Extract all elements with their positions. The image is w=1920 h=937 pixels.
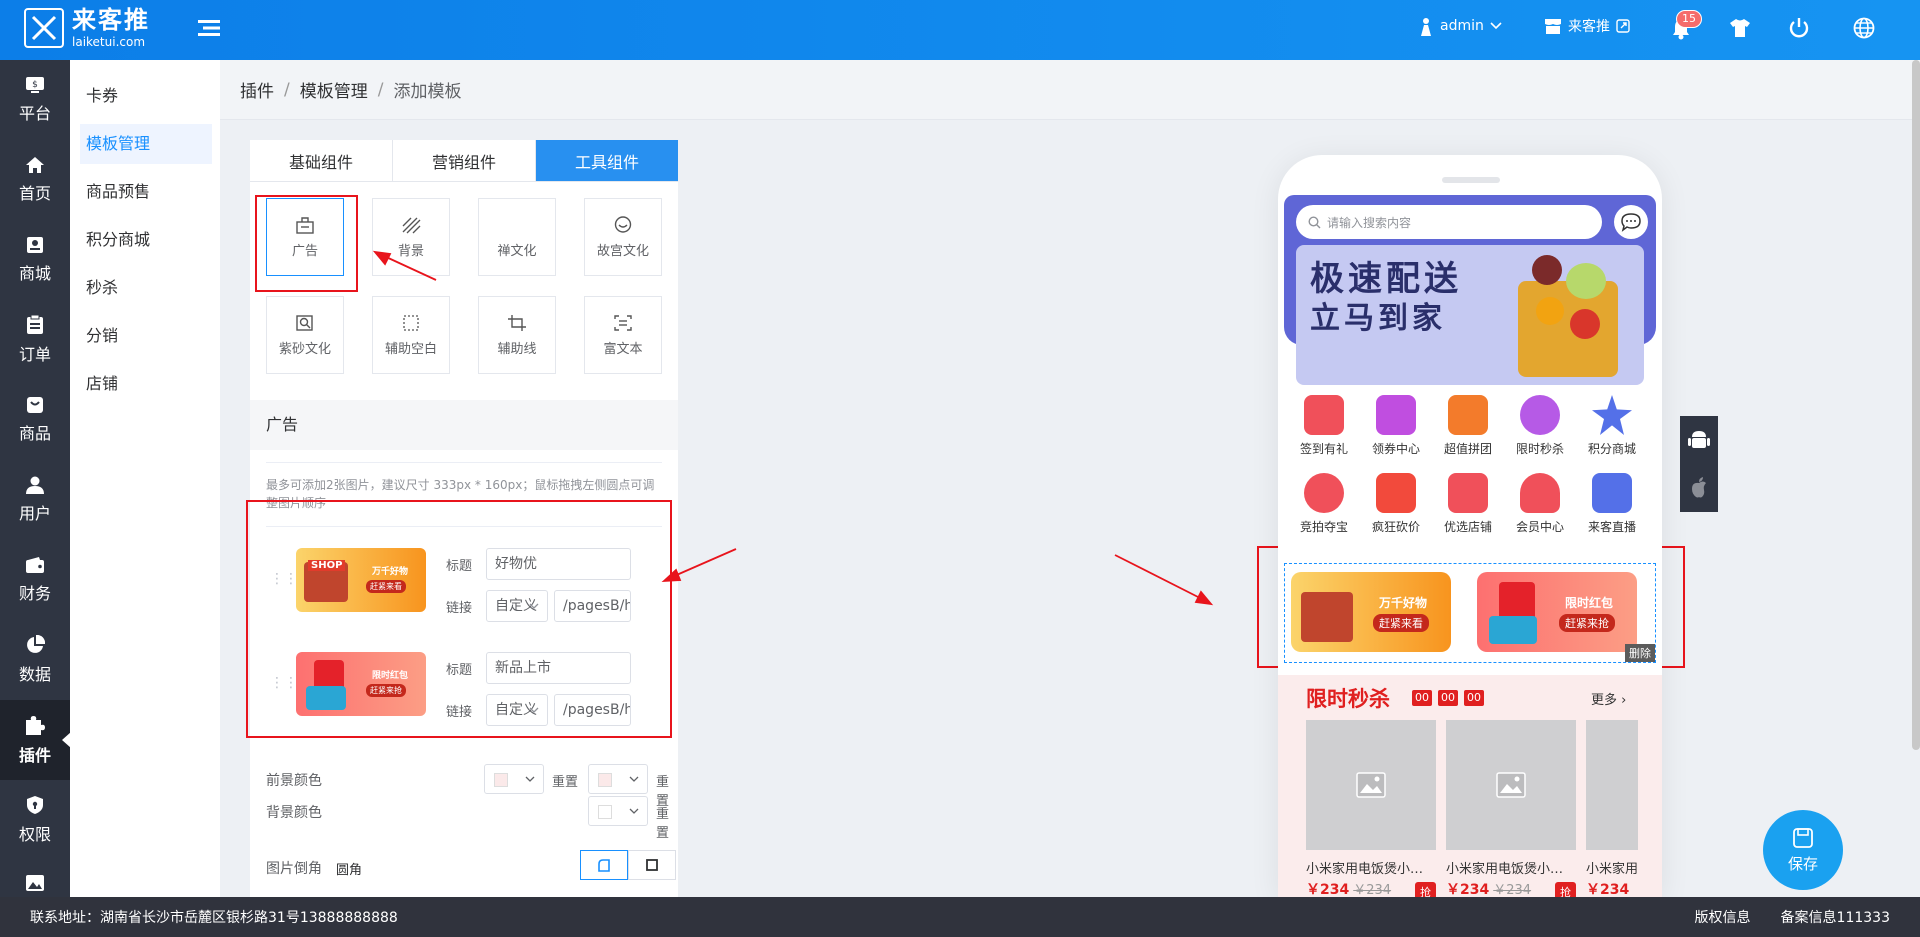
preview-ad-line2: 赶紧来抢 <box>1559 614 1615 632</box>
more-link[interactable]: 更多 › <box>1591 689 1626 708</box>
search-icon <box>1308 215 1321 229</box>
preview-icon-item[interactable]: 领券中心 <box>1360 395 1432 457</box>
preview-banner[interactable]: 极速配送 立马到家 <box>1296 245 1644 385</box>
preview-ad-line1: 万千好物 <box>1379 596 1428 610</box>
footer: 联系地址：湖南省长沙市岳麓区银杉路31号13888888888 版权信息 备案信… <box>0 897 1920 937</box>
preview-ad-card[interactable]: 万千好物 赶紧来看 <box>1291 572 1451 652</box>
preview-icon-item[interactable]: 疯狂砍价 <box>1360 473 1432 535</box>
grab-button[interactable]: 抢 <box>1555 882 1576 897</box>
preview-icon-item[interactable]: 限时秒杀 <box>1504 395 1576 457</box>
preview-icon-item[interactable]: 来客直播 <box>1576 473 1648 535</box>
delete-button[interactable]: 删除 <box>1625 644 1655 662</box>
product-price: ￥234 <box>1586 882 1630 897</box>
preview-ad-card[interactable]: 限时红包 赶紧来抢 <box>1477 572 1637 652</box>
preview-icon-label: 签到有礼 <box>1299 442 1348 456</box>
product-card[interactable]: 小米家用电饭煲小米电饭煲 ￥234￥234 抢 <box>1446 720 1576 897</box>
preview-icon-item[interactable]: 签到有礼 <box>1288 395 1360 457</box>
save-icon <box>1792 827 1814 849</box>
product-name: 小米家用电饭煲小米电饭煲 <box>1306 862 1436 877</box>
search-placeholder: 请输入搜索内容 <box>1327 215 1412 230</box>
preview-icon-label: 来客直播 <box>1587 520 1636 534</box>
flash-sale-title: 限时秒杀 <box>1306 687 1390 711</box>
grab-button[interactable]: 抢 <box>1415 882 1436 897</box>
android-icon[interactable] <box>1680 416 1718 464</box>
preview-icon-label: 疯狂砍价 <box>1371 520 1420 534</box>
auction-icon <box>1304 473 1344 513</box>
preview-icon-item[interactable]: 竞拍夺宝 <box>1288 473 1360 535</box>
image-placeholder-icon <box>1446 720 1576 850</box>
preview-icon-item[interactable]: 积分商城 <box>1576 395 1648 457</box>
preview-icon-item[interactable]: 优选店铺 <box>1432 473 1504 535</box>
live-video-icon <box>1592 473 1632 513</box>
product-card[interactable]: 小米家用电饭煲小米电饭煲 ￥234￥234 抢 <box>1306 720 1436 897</box>
preview-ad-line1: 限时红包 <box>1565 596 1614 610</box>
preview-search-bar[interactable]: 请输入搜索内容 <box>1296 205 1602 239</box>
group-buy-icon <box>1448 395 1488 435</box>
checkin-icon <box>1304 395 1344 435</box>
preview-icon-grid: 签到有礼 领券中心 超值拼团 限时秒杀 积分商城 竞拍夺宝 疯狂砍价 优选店铺 … <box>1288 395 1652 535</box>
preview-icon-label: 限时秒杀 <box>1515 442 1564 456</box>
preview-icon-label: 会员中心 <box>1515 520 1564 534</box>
countdown-hours: 00 <box>1412 690 1432 706</box>
phone-notch <box>1442 177 1500 183</box>
chevron-right-icon: › <box>1621 693 1627 708</box>
apple-icon[interactable] <box>1680 464 1718 512</box>
product-card[interactable]: 小米家用 ￥234 <box>1586 720 1638 897</box>
coupon-icon <box>1376 395 1416 435</box>
image-placeholder-icon <box>1306 720 1436 850</box>
member-icon <box>1520 473 1560 513</box>
page-scrollbar[interactable] <box>1912 60 1920 750</box>
preview-icon-label: 积分商城 <box>1587 442 1636 456</box>
star-icon <box>1592 395 1632 435</box>
footer-copyright[interactable]: 版权信息 <box>1695 907 1751 927</box>
footer-address: 联系地址：湖南省长沙市岳麓区银杉路31号13888888888 <box>30 910 398 926</box>
message-icon[interactable] <box>1614 205 1648 239</box>
alarm-icon <box>1520 395 1560 435</box>
preview-icon-item[interactable]: 超值拼团 <box>1432 395 1504 457</box>
preview-ad-component[interactable]: 万千好物 赶紧来看 限时红包 赶紧来抢 删除 <box>1284 563 1656 663</box>
save-label: 保存 <box>1787 854 1818 873</box>
image-placeholder-icon <box>1586 720 1638 850</box>
more-label: 更多 <box>1591 693 1618 708</box>
os-switcher <box>1680 416 1718 512</box>
preview-icon-item[interactable]: 会员中心 <box>1504 473 1576 535</box>
countdown-minutes: 00 <box>1438 690 1458 706</box>
banner-text-2: 立马到家 <box>1310 301 1446 336</box>
save-button[interactable]: 保存 <box>1763 810 1843 890</box>
countdown-seconds: 00 <box>1464 690 1484 706</box>
footer-record[interactable]: 备案信息111333 <box>1781 907 1890 927</box>
mobile-preview: 请输入搜索内容 极速配送 立马到家 签到有礼 领券中心 超值拼团 限时秒杀 积分… <box>1278 155 1662 897</box>
yen-icon <box>1376 473 1416 513</box>
preview-icon-label: 领券中心 <box>1371 442 1420 456</box>
preview-icon-label: 超值拼团 <box>1443 442 1492 456</box>
shop-icon <box>1448 473 1488 513</box>
product-name: 小米家用电饭煲小米电饭煲 <box>1446 862 1576 877</box>
preview-icon-label: 竞拍夺宝 <box>1299 520 1348 534</box>
preview-icon-label: 优选店铺 <box>1443 520 1492 534</box>
product-name: 小米家用 <box>1586 862 1638 877</box>
preview-ad-line2: 赶紧来看 <box>1373 614 1429 632</box>
